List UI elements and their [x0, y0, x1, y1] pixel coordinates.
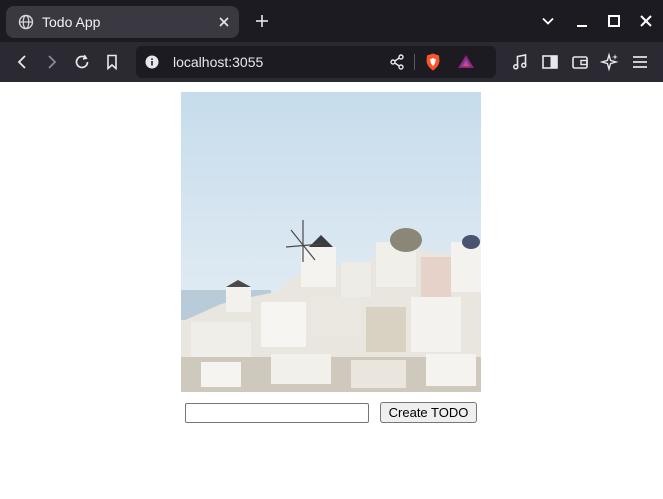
reload-icon[interactable] [72, 52, 92, 72]
todo-input[interactable] [185, 403, 369, 423]
maximize-icon[interactable] [604, 11, 624, 31]
brave-shield-icon[interactable] [423, 52, 443, 72]
bookmark-icon[interactable] [102, 52, 122, 72]
url-divider [414, 54, 415, 70]
url-text[interactable]: localhost:3055 [173, 54, 263, 70]
close-icon[interactable] [636, 11, 656, 31]
rewards-icon[interactable] [456, 52, 476, 72]
wallet-icon[interactable] [570, 52, 590, 72]
minimize-icon[interactable] [572, 11, 592, 31]
media-icon[interactable] [510, 52, 530, 72]
forward-icon[interactable] [42, 52, 62, 72]
tab-title: Todo App [42, 14, 101, 30]
leo-ai-icon[interactable] [600, 52, 620, 72]
info-icon[interactable] [142, 52, 162, 72]
santorini-photo [181, 92, 481, 392]
sidebar-icon[interactable] [540, 52, 560, 72]
menu-icon[interactable] [630, 52, 650, 72]
back-icon[interactable] [12, 52, 32, 72]
browser-toolbar: localhost:3055 [0, 42, 663, 82]
browser-tab-strip: Todo App [0, 0, 663, 42]
share-icon[interactable] [387, 52, 407, 72]
browser-tab[interactable]: Todo App [6, 6, 239, 38]
address-bar[interactable]: localhost:3055 [136, 46, 496, 78]
close-icon[interactable] [215, 13, 233, 31]
page-content: Create TODO [0, 82, 663, 499]
chevron-down-icon[interactable] [538, 11, 558, 31]
create-todo-button[interactable]: Create TODO [380, 402, 477, 423]
globe-icon [18, 14, 34, 30]
plus-icon[interactable] [252, 11, 272, 31]
